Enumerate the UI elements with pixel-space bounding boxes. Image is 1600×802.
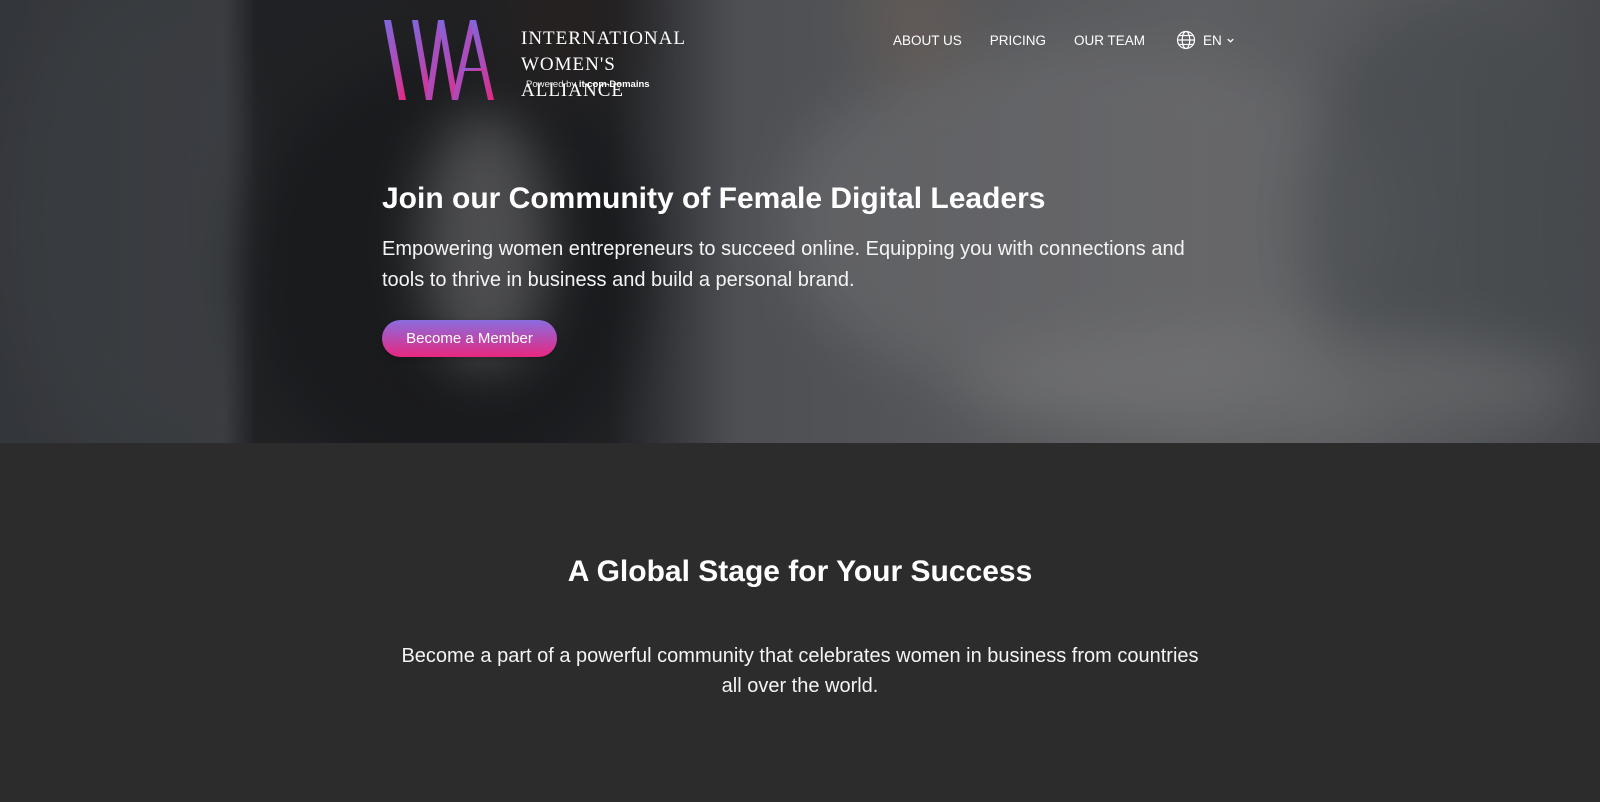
globe-icon bbox=[1176, 30, 1196, 50]
hero-content: Join our Community of Female Digital Lea… bbox=[382, 180, 1222, 357]
site-logo[interactable]: INTERNATIONAL WOMEN'S ALLIANCE Powered b… bbox=[382, 18, 702, 102]
nav-our-team-link[interactable]: OUR TEAM bbox=[1074, 33, 1145, 48]
logo-wordmark: INTERNATIONAL WOMEN'S ALLIANCE bbox=[521, 26, 702, 104]
language-code: EN bbox=[1203, 32, 1222, 48]
hero-subtitle: Empowering women entrepreneurs to succee… bbox=[382, 238, 1185, 291]
global-stage-section: A Global Stage for Your Success Become a… bbox=[0, 443, 1600, 802]
main-menu: ABOUT US PRICING OUR TEAM EN bbox=[893, 30, 1235, 50]
section-body: Become a part of a powerful community th… bbox=[401, 645, 1199, 697]
hero-section: INTERNATIONAL WOMEN'S ALLIANCE Powered b… bbox=[0, 0, 1600, 443]
nav-about-us-link[interactable]: ABOUT US bbox=[893, 33, 962, 48]
powered-by-prefix: Powered by bbox=[526, 79, 577, 90]
logo-line-1: INTERNATIONAL bbox=[521, 28, 686, 49]
top-navigation: INTERNATIONAL WOMEN'S ALLIANCE Powered b… bbox=[0, 0, 1600, 110]
hero-title: Join our Community of Female Digital Lea… bbox=[382, 182, 1046, 215]
language-selector[interactable]: EN bbox=[1176, 30, 1235, 50]
section-title: A Global Stage for Your Success bbox=[567, 555, 1033, 588]
iwa-logo-mark-icon bbox=[384, 20, 494, 100]
become-member-button[interactable]: Become a Member bbox=[382, 320, 557, 357]
chevron-down-icon bbox=[1227, 38, 1234, 43]
nav-pricing-link[interactable]: PRICING bbox=[990, 33, 1046, 48]
logo-line-2: WOMEN'S ALLIANCE bbox=[521, 54, 624, 101]
powered-by-brand: it.com Domains bbox=[578, 79, 650, 90]
logo-powered-by: Powered by it.com Domains bbox=[526, 79, 650, 90]
